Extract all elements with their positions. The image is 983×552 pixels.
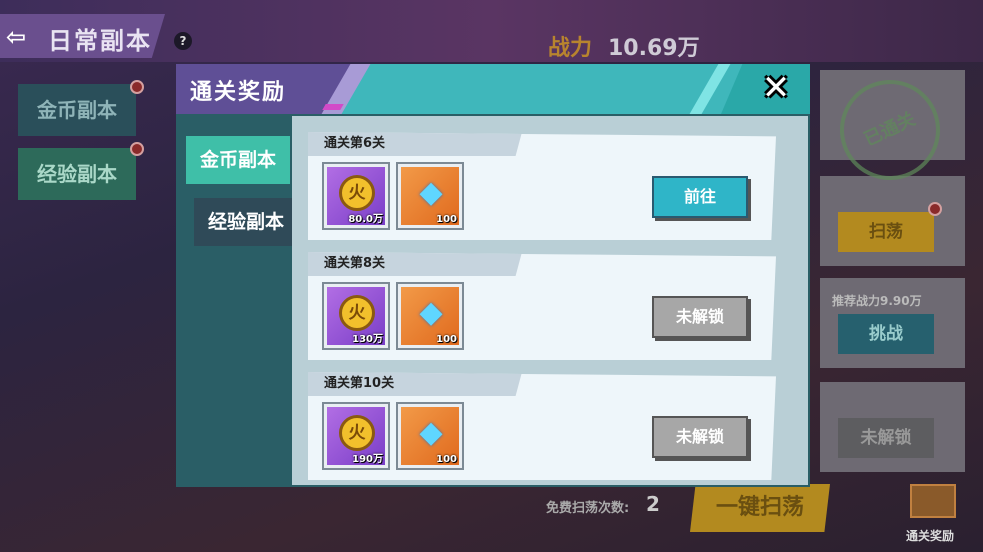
- close-icon[interactable]: ✕: [756, 68, 796, 108]
- challenge-button[interactable]: 挑战: [838, 314, 934, 354]
- back-arrow-icon: ⇦: [6, 23, 27, 51]
- diamond-icon: ◆: [419, 295, 443, 330]
- coin-reward-slot[interactable]: 火 80.0万: [322, 162, 390, 230]
- recommended-power: 推荐战力9.90万: [832, 294, 922, 308]
- gem-reward-slot[interactable]: ◆ 100: [396, 402, 464, 470]
- reward-card: 通关第6关 火 80.0万 ◆ 100 前往: [308, 132, 776, 240]
- gem-quantity: 100: [436, 214, 457, 225]
- coin-quantity: 80.0万: [348, 214, 383, 225]
- reward-stage-label: 通关第10关: [308, 372, 522, 396]
- reward-card: 通关第8关 火 130万 ◆ 100 未解锁: [308, 252, 776, 360]
- go-button[interactable]: 前往: [652, 176, 748, 218]
- power-value: 10.69万: [608, 36, 700, 61]
- clear-reward-modal: 通关奖励 ✕ 金币副本 经验副本 通关第6关 火 80.0万 ◆ 100 前往 …: [176, 64, 810, 487]
- clear-reward-label: 通关奖励: [906, 529, 955, 543]
- coin-icon: 火: [339, 295, 375, 331]
- modal-header: 通关奖励 ✕: [176, 64, 810, 114]
- gem-reward-slot[interactable]: ◆ 100: [396, 282, 464, 350]
- coin-icon: 火: [339, 415, 375, 451]
- gem-reward-slot[interactable]: ◆ 100: [396, 162, 464, 230]
- gem-quantity: 100: [436, 454, 457, 465]
- alert-dot-icon: [130, 142, 144, 156]
- modal-title: 通关奖励: [190, 80, 287, 105]
- reward-stage-label: 通关第6关: [308, 132, 522, 156]
- gem-quantity: 100: [436, 334, 457, 345]
- coin-reward-slot[interactable]: 火 190万: [322, 402, 390, 470]
- alert-dot-icon: [928, 202, 942, 216]
- bg-locked-button: 未解锁: [838, 418, 934, 458]
- sweep-button[interactable]: 扫荡: [838, 212, 934, 252]
- coin-icon: 火: [339, 175, 375, 211]
- tab-exp-dungeon[interactable]: 经验副本: [194, 198, 298, 246]
- help-icon[interactable]: ?: [174, 32, 192, 50]
- reward-list: 通关第6关 火 80.0万 ◆ 100 前往 通关第8关 火 130万 ◆ 10…: [292, 116, 808, 485]
- tab-gold-dungeon[interactable]: 金币副本: [186, 136, 290, 184]
- coin-reward-slot[interactable]: 火 130万: [322, 282, 390, 350]
- locked-button[interactable]: 未解锁: [652, 296, 748, 338]
- bg-tab-gold[interactable]: 金币副本: [18, 84, 136, 136]
- reward-stage-label: 通关第8关: [308, 252, 522, 276]
- alert-dot-icon: [130, 80, 144, 94]
- diamond-icon: ◆: [419, 415, 443, 450]
- chest-icon[interactable]: [910, 484, 956, 518]
- coin-quantity: 130万: [352, 334, 383, 345]
- locked-button[interactable]: 未解锁: [652, 416, 748, 458]
- bg-tab-exp[interactable]: 经验副本: [18, 148, 136, 200]
- one-key-sweep-button[interactable]: 一键扫荡: [690, 484, 830, 532]
- page-title: 日常副本: [48, 27, 152, 55]
- coin-quantity: 190万: [352, 454, 383, 465]
- power-label: 战力: [548, 36, 593, 61]
- reward-card: 通关第10关 火 190万 ◆ 100 未解锁: [308, 372, 776, 480]
- diamond-icon: ◆: [419, 175, 443, 210]
- free-sweep-label: 免费扫荡次数:: [546, 501, 630, 516]
- free-sweep-count: 2: [646, 492, 660, 516]
